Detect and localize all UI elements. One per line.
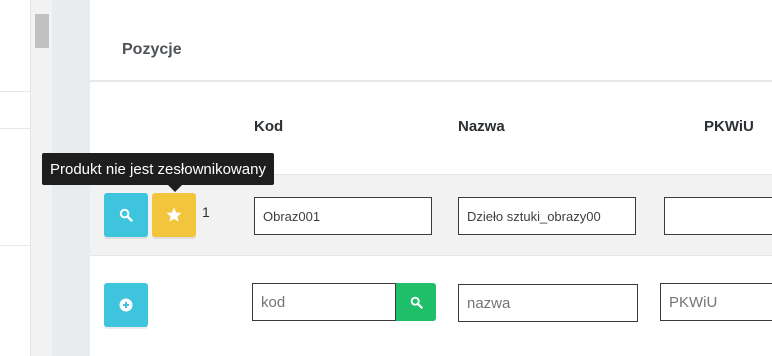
search-product-button[interactable] [104,193,148,237]
tooltip: Produkt nie jest zesłownikowany [42,153,274,185]
dictionary-status-button[interactable] [152,193,196,237]
nazwa-field[interactable]: Dzieło sztuki_obrazy00 [458,197,636,235]
add-row-button[interactable] [104,283,148,327]
divider [0,245,30,246]
divider [0,128,30,129]
plus-circle-icon [119,298,133,312]
kod-search-button[interactable] [396,283,436,321]
column-header-nazwa: Nazwa [458,118,505,135]
pkwiu-field[interactable] [664,197,772,235]
kod-input[interactable] [252,283,396,321]
panel-header: Pozycje [90,14,772,82]
divider [0,91,30,92]
search-icon [119,208,133,222]
kod-field[interactable]: Obraz001 [254,197,432,235]
pkwiu-input[interactable] [660,283,772,321]
tooltip-text: Produkt nie jest zesłownikowany [50,160,266,178]
column-header-kod: Kod [254,118,284,135]
scrollbar-thumb[interactable] [35,14,49,48]
row-index: 1 [202,204,210,220]
star-icon [166,207,182,222]
screen: Pozycje Kod Nazwa PKWiU 1 Obraz001 Dzieł… [0,0,772,356]
nazwa-input[interactable] [458,284,638,322]
panel-title: Pozycje [122,41,182,58]
search-icon [410,296,423,309]
left-page-strip [0,0,30,356]
column-header-pkwiu: PKWiU [704,118,754,135]
tooltip-arrow [168,185,182,192]
